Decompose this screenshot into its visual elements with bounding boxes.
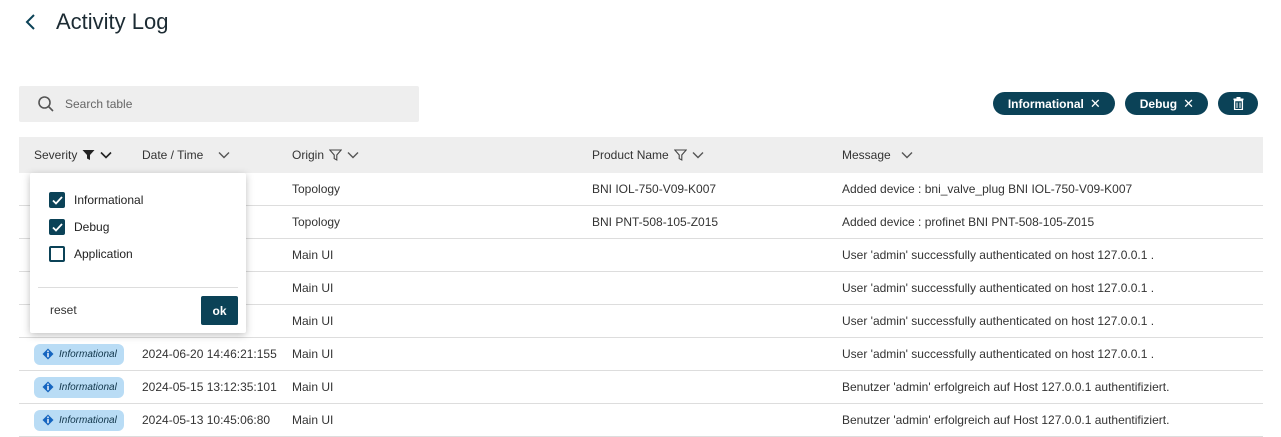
message-cell: Added device : profinet BNI PNT-508-105-… <box>842 215 1095 229</box>
severity-option-application[interactable]: Application <box>49 244 133 264</box>
column-label: Product Name <box>592 148 669 162</box>
product-cell: BNI IOL-750-V09-K007 <box>592 182 717 196</box>
origin-cell: Main UI <box>292 380 334 394</box>
message-cell: User 'admin' successfully authenticated … <box>842 314 1155 328</box>
message-cell: Benutzer 'admin' erfolgreich auf Host 12… <box>842 380 1170 394</box>
column-severity[interactable]: Severity <box>34 137 112 173</box>
filter-icon[interactable] <box>82 149 95 161</box>
severity-cell: Informational <box>34 371 124 403</box>
reset-button[interactable]: reset <box>50 303 77 317</box>
close-icon[interactable]: ✕ <box>1183 96 1194 112</box>
severity-badge: Informational <box>34 343 124 365</box>
datetime-cell: 2024-05-15 13:12:35:101 <box>142 380 277 394</box>
chevron-down-icon[interactable] <box>208 151 230 159</box>
option-label: Application <box>74 247 133 261</box>
filter-chip-label: Informational <box>1007 96 1084 111</box>
divider <box>38 287 238 288</box>
message-cell: Benutzer 'admin' erfolgreich auf Host 12… <box>842 413 1170 427</box>
page-title: Activity Log <box>56 9 169 34</box>
checkbox[interactable] <box>49 192 65 208</box>
filter-chip-label: Debug <box>1139 96 1178 111</box>
column-product-name[interactable]: Product Name <box>592 137 704 173</box>
checkbox[interactable] <box>49 219 65 235</box>
column-label: Origin <box>292 148 325 162</box>
column-label: Date / Time <box>142 148 204 162</box>
table-header: Severity Date / Time Origin Product Name… <box>19 137 1263 173</box>
filter-chip-informational[interactable]: Informational ✕ <box>992 92 1115 115</box>
check-icon <box>51 222 63 232</box>
table-row[interactable]: Informational 2024-05-13 10:45:06:80 Main … <box>19 404 1263 437</box>
option-label: Informational <box>74 193 144 207</box>
checkbox[interactable] <box>49 246 65 262</box>
ok-button[interactable]: ok <box>201 296 238 325</box>
severity-option-debug[interactable]: Debug <box>49 217 109 237</box>
origin-cell: Main UI <box>292 281 334 295</box>
info-diamond-icon <box>42 381 54 393</box>
column-label: Severity <box>34 148 78 162</box>
column-message[interactable]: Message <box>842 137 914 173</box>
close-icon[interactable]: ✕ <box>1090 96 1101 112</box>
chevron-down-icon[interactable] <box>896 151 914 159</box>
severity-option-informational[interactable]: Informational <box>49 190 143 210</box>
column-datetime[interactable]: Date / Time <box>142 137 230 173</box>
datetime-cell: 2024-05-13 10:45:06:80 <box>142 413 271 427</box>
severity-cell: Informational <box>34 404 124 436</box>
datetime-cell: 2024-06-20 14:46:21:155 <box>142 347 277 361</box>
table-row[interactable]: Informational 2024-05-15 13:12:35:101 Main… <box>19 371 1263 404</box>
origin-cell: Main UI <box>292 413 334 427</box>
filter-icon[interactable] <box>329 149 343 161</box>
message-cell: User 'admin' successfully authenticated … <box>842 347 1155 361</box>
chevron-left-icon <box>25 14 35 30</box>
origin-cell: Topology <box>292 215 341 229</box>
origin-cell: Main UI <box>292 248 334 262</box>
severity-label: Informational <box>59 348 117 360</box>
search-input[interactable] <box>65 86 405 122</box>
clear-filters-button[interactable] <box>1218 92 1258 115</box>
message-cell: User 'admin' successfully authenticated … <box>842 281 1155 295</box>
filter-chip-debug[interactable]: Debug ✕ <box>1124 92 1208 115</box>
origin-cell: Main UI <box>292 347 334 361</box>
origin-cell: Main UI <box>292 314 334 328</box>
trash-icon <box>1233 97 1243 110</box>
severity-cell: Informational <box>34 338 124 370</box>
severity-label: Informational <box>59 381 117 393</box>
active-filter-chips: Informational ✕ Debug ✕ <box>992 92 1258 115</box>
severity-badge: Informational <box>34 376 124 398</box>
option-label: Debug <box>74 220 110 234</box>
column-origin[interactable]: Origin <box>292 137 359 173</box>
message-cell: User 'admin' successfully authenticated … <box>842 248 1155 262</box>
page-header: Activity Log <box>0 0 1281 50</box>
severity-badge: Informational <box>34 409 124 431</box>
info-diamond-icon <box>42 414 54 426</box>
search-box <box>19 86 419 122</box>
info-diamond-icon <box>42 348 54 360</box>
chevron-down-icon[interactable] <box>347 151 359 159</box>
product-cell: BNI PNT-508-105-Z015 <box>592 215 719 229</box>
severity-filter-dropdown: Informational Debug Application reset ok <box>30 173 246 333</box>
filter-icon[interactable] <box>673 149 687 161</box>
origin-cell: Topology <box>292 182 341 196</box>
severity-label: Informational <box>59 414 117 426</box>
check-icon <box>51 195 63 205</box>
table-row[interactable]: Informational 2024-06-20 14:46:21:155 Main… <box>19 338 1263 371</box>
chevron-down-icon[interactable] <box>100 151 112 159</box>
search-icon <box>38 96 54 112</box>
back-button[interactable] <box>18 9 44 35</box>
chevron-down-icon[interactable] <box>692 151 704 159</box>
message-cell: Added device : bni_valve_plug BNI IOL-75… <box>842 182 1133 196</box>
column-label: Message <box>842 148 891 162</box>
